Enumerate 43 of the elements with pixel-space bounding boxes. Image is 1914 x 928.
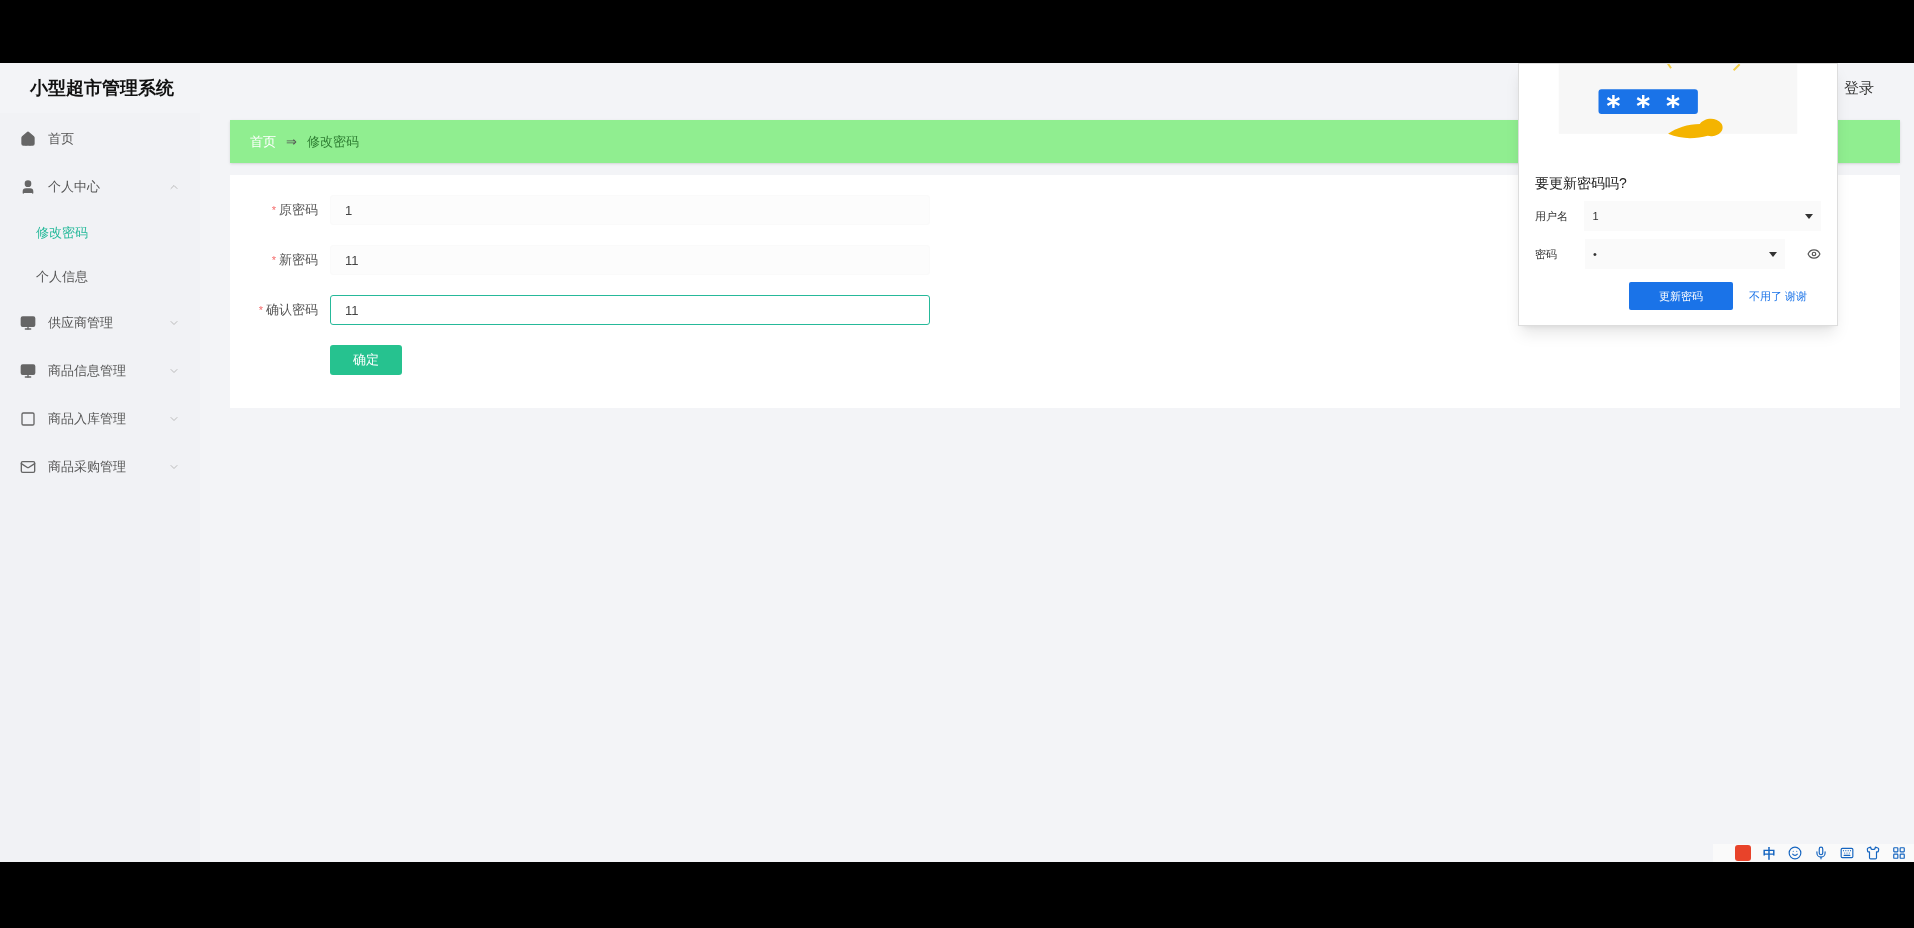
sidebar-item[interactable]: 供应商管理 <box>0 299 200 347</box>
eye-icon[interactable] <box>1807 247 1821 261</box>
breadcrumb-separator: ⇒ <box>286 132 297 151</box>
required-mark: * <box>271 202 276 218</box>
home-icon <box>20 131 36 147</box>
mail-icon <box>20 459 36 475</box>
update-password-button[interactable]: 更新密码 <box>1628 282 1733 310</box>
breadcrumb-current: 修改密码 <box>307 132 359 151</box>
frame-icon <box>20 411 36 427</box>
popup-dropdown[interactable]: • <box>1585 239 1785 269</box>
ime-mode-label[interactable]: 中 <box>1763 846 1776 860</box>
password-field[interactable]: 11 <box>330 295 930 325</box>
password-field[interactable]: 11 <box>330 245 930 275</box>
sidebar-item[interactable]: 商品采购管理 <box>0 443 200 491</box>
sidebar-item[interactable]: 个人中心 <box>0 163 200 211</box>
required-mark: * <box>258 302 263 318</box>
grid-icon[interactable] <box>1892 846 1906 860</box>
mic-icon[interactable] <box>1814 846 1828 860</box>
shirt-icon[interactable] <box>1866 846 1880 860</box>
popup-field-label: 密码 <box>1535 246 1558 262</box>
dropdown-caret-icon <box>1805 213 1813 219</box>
monitor-icon <box>20 363 36 379</box>
field-label: 新密码 <box>279 251 318 270</box>
decline-button[interactable]: 不用了 谢谢 <box>1744 282 1811 310</box>
submenu-item[interactable]: 个人信息 <box>0 255 200 299</box>
field-label: 原密码 <box>279 201 318 220</box>
dropdown-caret-icon <box>1769 251 1777 257</box>
field-label: 确认密码 <box>266 301 318 320</box>
sidebar-item[interactable]: 商品信息管理 <box>0 347 200 395</box>
popup-dropdown[interactable]: 1 <box>1584 201 1821 231</box>
monitor-icon <box>20 315 36 331</box>
password-field[interactable]: 1 <box>330 195 930 225</box>
sidebar-item[interactable]: 商品入库管理 <box>0 395 200 443</box>
user-icon <box>20 179 36 195</box>
keyboard-icon[interactable] <box>1840 846 1854 860</box>
required-mark: * <box>271 252 276 268</box>
app-title: 小型超市管理系统 <box>30 76 174 100</box>
login-link[interactable]: 登录 <box>1844 76 1874 100</box>
sogou-logo-icon <box>1735 845 1751 861</box>
emoji-icon[interactable] <box>1788 846 1802 860</box>
popup-field-label: 用户名 <box>1535 208 1569 224</box>
popup-title: 要更新密码吗? <box>1535 174 1628 193</box>
sidebar-item[interactable]: 首页 <box>0 115 200 163</box>
